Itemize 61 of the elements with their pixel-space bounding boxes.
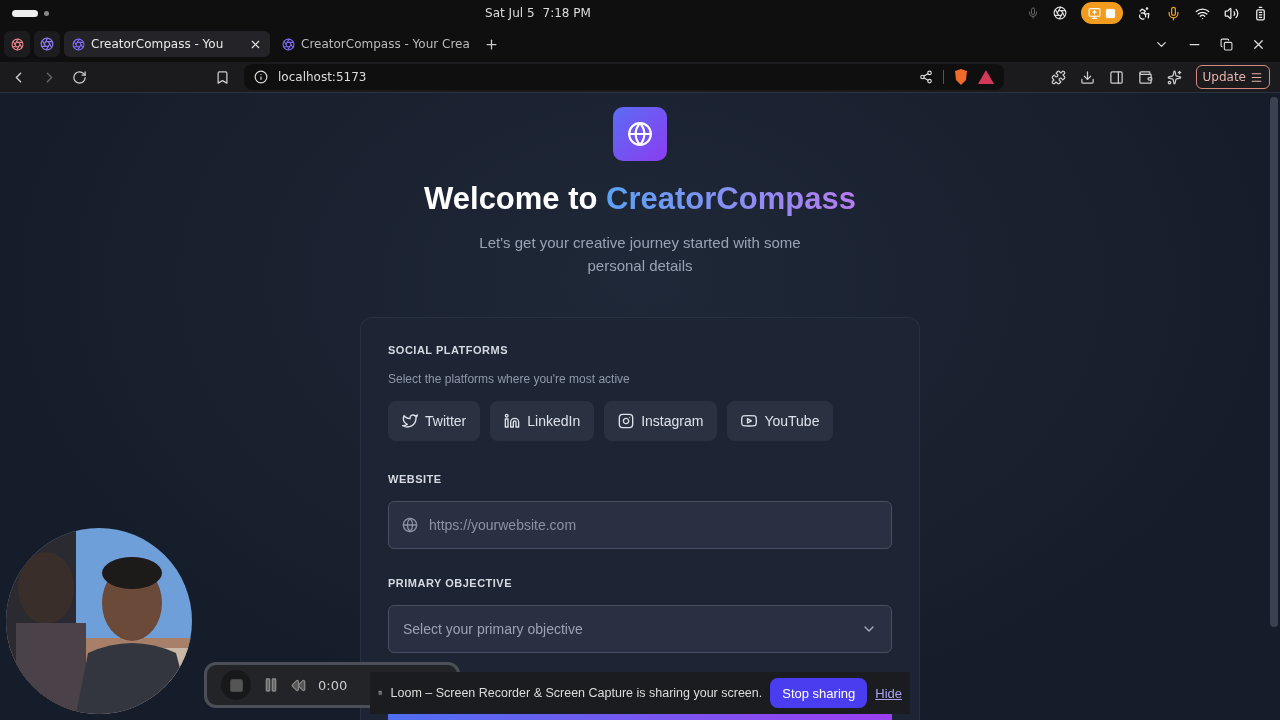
- reload-icon[interactable]: [72, 69, 87, 85]
- objective-select[interactable]: Select your primary objective: [388, 605, 892, 653]
- globe-logo: [613, 107, 667, 161]
- pinned-tab[interactable]: [4, 31, 30, 57]
- field-label: PRIMARY OBJECTIVE: [388, 577, 514, 589]
- address-bar[interactable]: localhost:5173: [244, 64, 1004, 90]
- page-subtitle: Let's get your creative journey started with some personal details: [478, 233, 802, 276]
- workspace-dot: [44, 10, 49, 16]
- aperture-icon: [10, 37, 24, 51]
- download-icon[interactable]: [1079, 69, 1095, 85]
- bird-icon: [402, 413, 418, 429]
- platform-button[interactable]: YouTube: [727, 401, 834, 441]
- battery-icon: [1253, 5, 1268, 21]
- wallet-icon[interactable]: [1137, 69, 1153, 85]
- url-text: localhost:5173: [278, 70, 367, 84]
- recording-time: 0:00: [318, 677, 348, 693]
- date-text: Sat Jul 5: [485, 6, 535, 20]
- menu-icon: [1250, 70, 1263, 84]
- aperture-icon: [282, 37, 295, 51]
- time-text: 7:18 PM: [542, 6, 591, 20]
- info-icon[interactable]: [254, 70, 268, 84]
- globe-icon: [402, 517, 418, 533]
- platform-button[interactable]: Instagram: [604, 401, 718, 441]
- wifi-icon: [1195, 5, 1210, 21]
- camera-icon: [618, 413, 635, 429]
- screen-share-indicator[interactable]: [1081, 2, 1123, 24]
- browser-tab[interactable]: CreatorCompass - You: [64, 31, 270, 57]
- share-icon[interactable]: [919, 70, 933, 84]
- website-field[interactable]: https://yourwebsite.com: [388, 501, 892, 549]
- stop-sharing-button[interactable]: Stop sharing: [770, 678, 868, 708]
- platform-button[interactable]: LinkedIn: [490, 401, 595, 441]
- sharing-message: Loom – Screen Recorder & Screen Capture is sharing your screen.: [390, 686, 763, 700]
- scrollbar[interactable]: [1270, 97, 1278, 627]
- sparkle-icon[interactable]: [1166, 69, 1182, 85]
- extensions-icon[interactable]: [1050, 69, 1066, 85]
- new-tab-icon[interactable]: [484, 36, 499, 52]
- accessibility-icon[interactable]: [1137, 5, 1152, 21]
- update-button[interactable]: Update: [1195, 65, 1270, 89]
- workspace-indicator: [12, 9, 38, 17]
- sidebar-icon[interactable]: [1108, 69, 1124, 85]
- platform-button[interactable]: Twitter: [388, 401, 481, 441]
- field-label: WEBSITE: [388, 473, 443, 485]
- play-icon: [741, 413, 758, 429]
- section-label: SOCIAL PLATFORMS: [388, 344, 510, 356]
- square-icon: [228, 677, 244, 693]
- hide-link[interactable]: Hide: [875, 685, 902, 701]
- microphone-icon: [1166, 5, 1181, 21]
- bookmark-icon[interactable]: [215, 69, 230, 85]
- microphone-icon: [1027, 7, 1039, 19]
- stop-button[interactable]: [221, 670, 251, 700]
- rewind-icon[interactable]: [291, 677, 306, 693]
- volume-icon: [1224, 5, 1239, 21]
- section-hint: Select the platforms where you're most active: [388, 372, 631, 386]
- pinned-tab[interactable]: [34, 31, 60, 57]
- linkedin-icon: [504, 413, 521, 429]
- browser-tab[interactable]: CreatorCompass - Your Crea: [274, 31, 480, 57]
- restore-icon[interactable]: [1220, 37, 1233, 51]
- aperture-icon: [72, 37, 85, 51]
- triangle-icon[interactable]: [978, 70, 994, 84]
- aperture-icon: [40, 37, 54, 51]
- tray-app-icon[interactable]: [1053, 6, 1067, 20]
